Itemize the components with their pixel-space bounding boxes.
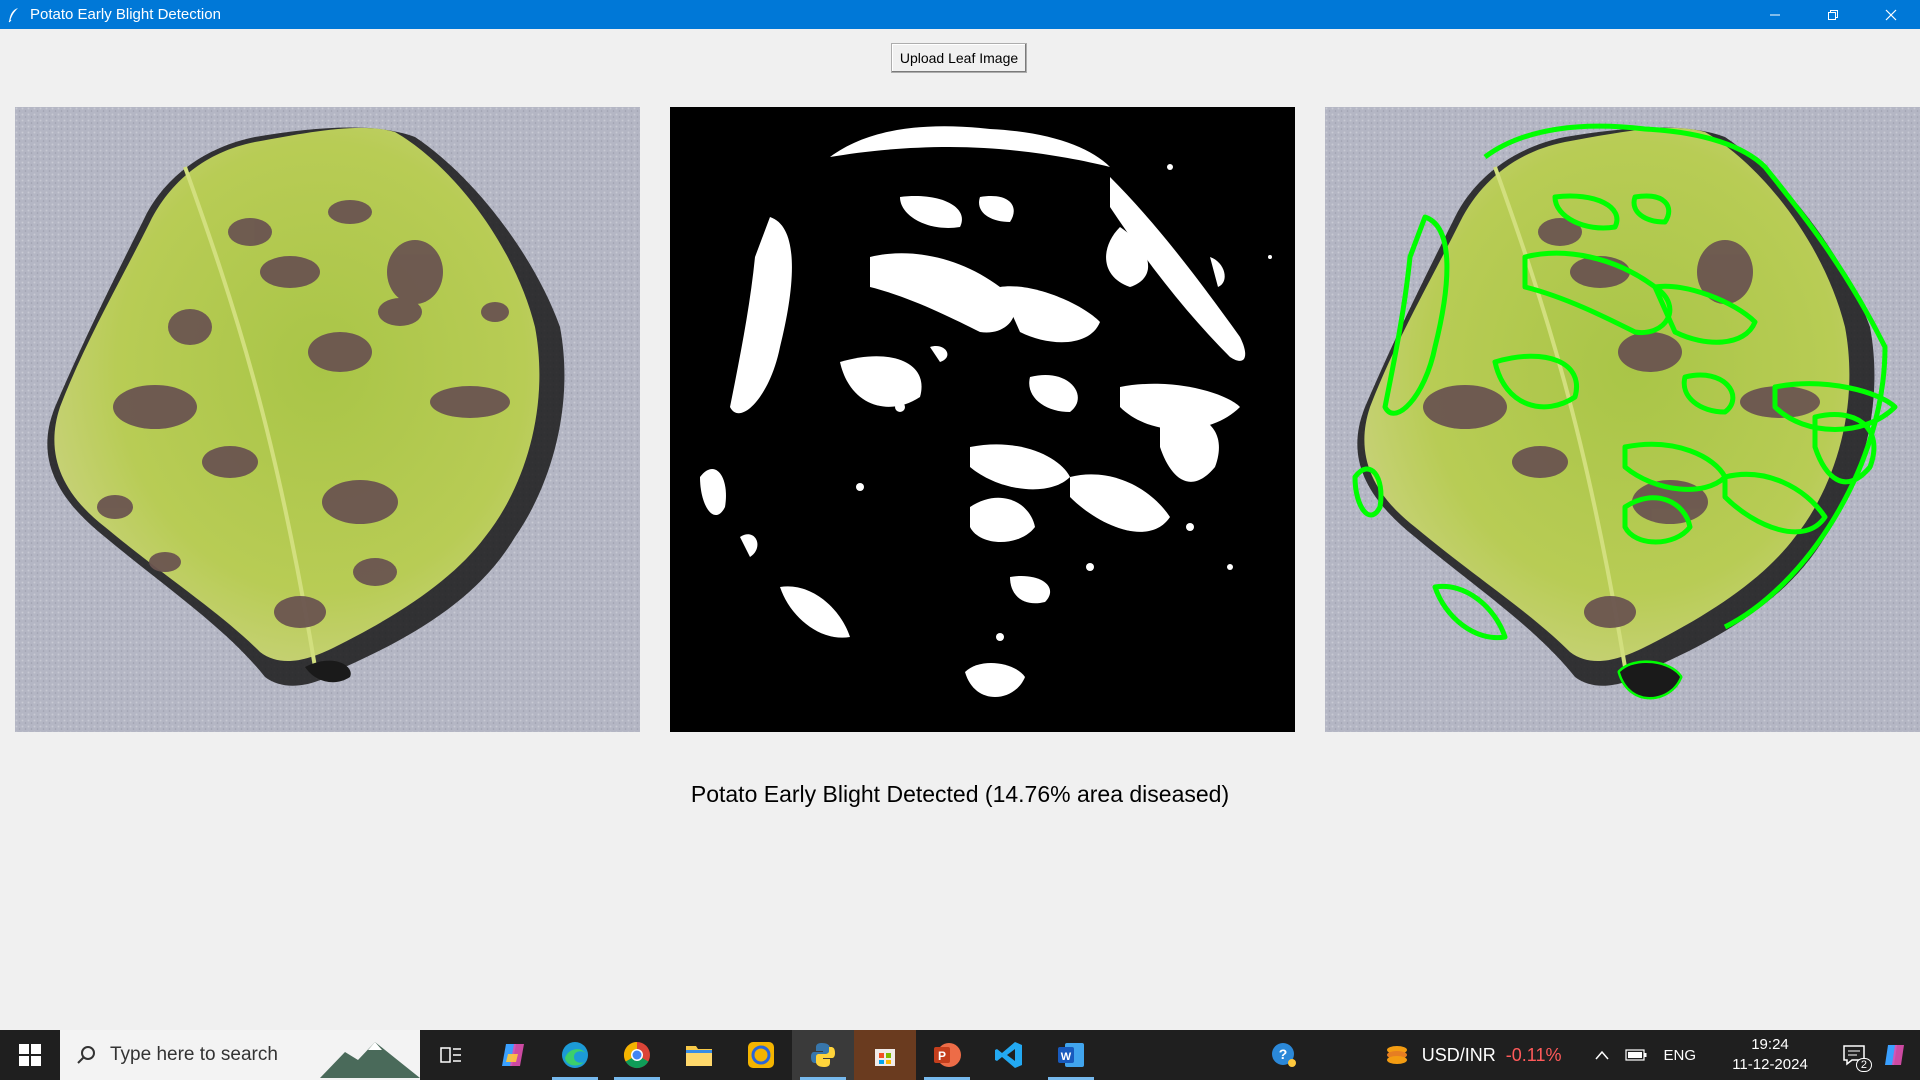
battery-icon (1625, 1049, 1647, 1061)
edge-icon (562, 1042, 588, 1068)
chevron-up-icon (1595, 1050, 1610, 1060)
svg-text:P: P (938, 1049, 946, 1063)
svg-text:W: W (1061, 1051, 1072, 1063)
edge-button[interactable] (544, 1030, 606, 1080)
copilot-icon (502, 1044, 524, 1066)
disease-mask-image (670, 107, 1295, 732)
mountain-icon (320, 1042, 420, 1078)
notifications-button[interactable]: 2 (1834, 1030, 1874, 1080)
search-placeholder: Type here to search (110, 1044, 278, 1065)
powerpoint-button[interactable]: P (916, 1030, 978, 1080)
store-icon (875, 1049, 895, 1066)
contour-overlay-image (1325, 107, 1920, 732)
fx-label: USD/INR (1421, 1044, 1496, 1065)
file-explorer-button[interactable] (668, 1030, 730, 1080)
file-explorer-icon (686, 1046, 712, 1066)
close-button[interactable] (1862, 0, 1920, 29)
chrome-icon (623, 1041, 650, 1069)
start-button[interactable] (0, 1030, 60, 1080)
help-button[interactable]: ? (1262, 1030, 1306, 1080)
feather-icon (6, 7, 22, 23)
clock-date: 11-12-2024 (1732, 1056, 1808, 1073)
fx-widget[interactable]: USD/INR -0.11% (1376, 1030, 1570, 1080)
task-view-button[interactable] (420, 1030, 482, 1080)
upload-leaf-image-button[interactable]: Upload Leaf Image (891, 43, 1027, 73)
notification-badge: 2 (1855, 1058, 1872, 1072)
restore-icon (1828, 9, 1838, 20)
original-leaf-image (15, 107, 640, 732)
vscode-button[interactable] (978, 1030, 1040, 1080)
fx-change: -0.11% (1505, 1044, 1562, 1065)
word-button[interactable]: W (1040, 1030, 1102, 1080)
restore-button[interactable] (1804, 0, 1862, 29)
copilot-button[interactable] (482, 1030, 544, 1080)
svg-text:?: ? (1278, 1046, 1287, 1062)
app-circle-button[interactable] (730, 1030, 792, 1080)
window-title: Potato Early Blight Detection (30, 6, 221, 23)
system-tray: ? USD/INR -0.11% ENG 19:24 11-12-2024 2 (1262, 1030, 1920, 1080)
taskbar: Type here to search P W ? USD/INR -0.11%… (0, 1030, 1920, 1080)
python-button[interactable] (792, 1030, 854, 1080)
main-content: Upload Leaf Image Potato Early Blight De… (0, 29, 1920, 1030)
python-icon (811, 1043, 835, 1067)
vscode-icon (995, 1042, 1022, 1068)
store-button[interactable] (854, 1030, 916, 1080)
clock-time: 19:24 (1751, 1036, 1789, 1053)
taskbar-search-box[interactable]: Type here to search (60, 1030, 420, 1080)
search-icon (77, 1046, 95, 1064)
currency-icon (1386, 1046, 1407, 1064)
language-indicator[interactable]: ENG (1655, 1030, 1704, 1080)
task-view-icon (440, 1047, 461, 1063)
windows-icon (19, 1044, 41, 1066)
clock[interactable]: 19:24 11-12-2024 (1722, 1030, 1818, 1080)
chrome-button[interactable] (606, 1030, 668, 1080)
show-hidden-icons-button[interactable] (1587, 1030, 1617, 1080)
close-icon (1885, 9, 1897, 20)
copilot-tray-button[interactable] (1874, 1030, 1920, 1080)
title-bar: Potato Early Blight Detection (0, 0, 1920, 29)
minimize-button[interactable] (1746, 0, 1804, 29)
battery-button[interactable] (1617, 1030, 1655, 1080)
help-icon: ? (1271, 1043, 1296, 1067)
detection-result-text: Potato Early Blight Detected (14.76% are… (690, 781, 1230, 807)
word-icon: W (1058, 1043, 1084, 1067)
app-circle-icon (748, 1042, 774, 1068)
minimize-icon (1770, 14, 1780, 15)
copilot-tray-icon (1885, 1045, 1904, 1065)
powerpoint-icon: P (934, 1043, 961, 1067)
